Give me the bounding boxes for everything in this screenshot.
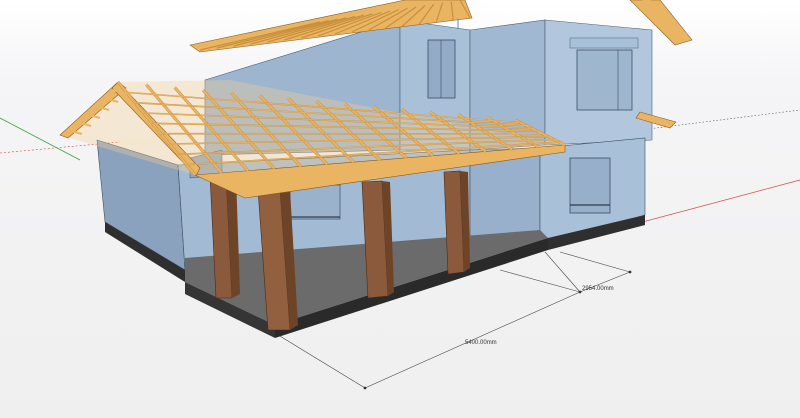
red-axis-line	[619, 179, 800, 229]
green-axis-line	[0, 117, 81, 161]
dimension-5400-label: 5400.00mm	[465, 340, 497, 346]
dimension-2954-label: 2954.00mm	[582, 286, 614, 292]
house-model-scene: 5400.00mm 2954.00mm	[0, 0, 800, 390]
upper-window-left	[427, 39, 456, 99]
upper-window-right	[576, 49, 633, 111]
3d-model-viewport[interactable]: 5400.00mm 2954.00mm	[0, 0, 800, 418]
